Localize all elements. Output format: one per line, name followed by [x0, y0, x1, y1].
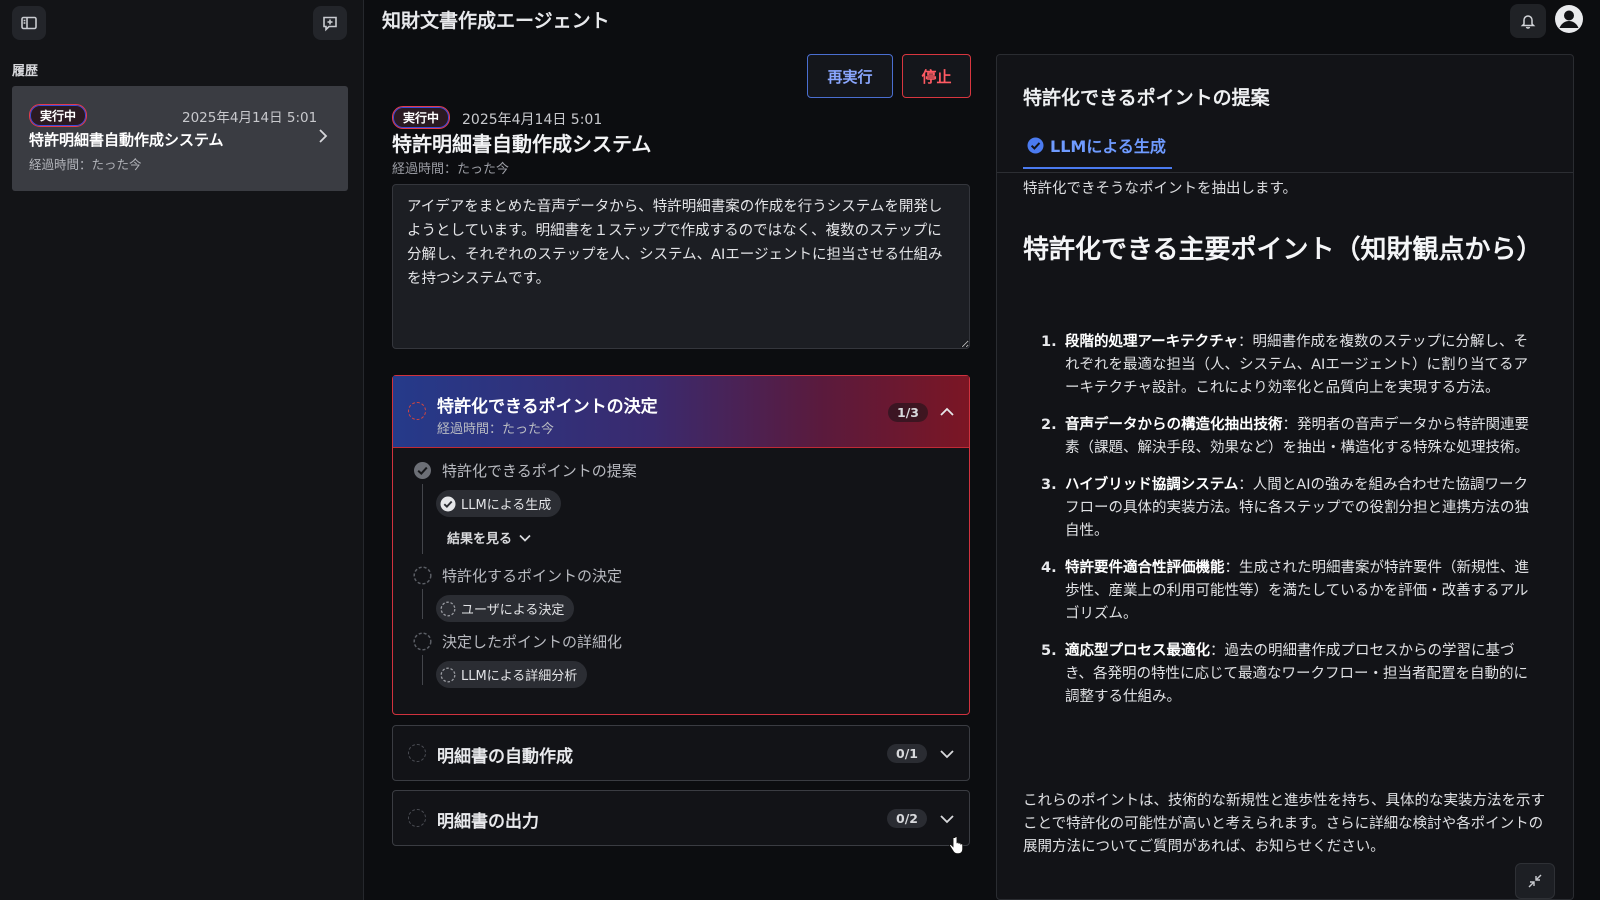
- step-title: 明細書の自動作成: [437, 747, 573, 767]
- tab-llm-generation[interactable]: LLMによる生成: [1023, 133, 1172, 169]
- substep-decide[interactable]: 特許化するポイントの決定: [413, 565, 622, 586]
- step-progress-count: 0/1: [887, 744, 927, 763]
- pending-icon: [408, 744, 426, 762]
- step-title: 特許化できるポイントの決定: [437, 397, 658, 417]
- substep-label: 決定したポイントの詳細化: [442, 633, 623, 651]
- substep-connector: [422, 655, 423, 685]
- check-circle-icon: [1027, 137, 1044, 153]
- collapse-panel-button[interactable]: [1515, 863, 1555, 899]
- history-date: 2025年4月14日 5:01: [182, 110, 318, 126]
- list-item: 1. 段階的処理アーキテクチャ：明細書作成を複数のステップに分解し、それぞれを最適…: [1041, 334, 1528, 396]
- step-group-output[interactable]: 明細書の出力 0/2: [392, 790, 970, 846]
- dashed-circle-icon: [413, 632, 432, 651]
- idea-description-field[interactable]: アイデアをまとめた音声データから、特許明細書案の作成を行うシステムを開発しようと…: [392, 184, 970, 349]
- result-title: 特許化できるポイントの提案: [1023, 87, 1270, 109]
- stop-button[interactable]: 停止: [902, 54, 971, 98]
- step-elapsed: 経過時間：たった今: [437, 422, 555, 437]
- step-progress-count: 0/2: [887, 809, 927, 828]
- agent-chip: ユーザによる決定: [436, 595, 575, 622]
- check-circle-icon: [414, 462, 431, 479]
- check-circle-icon: [440, 496, 456, 511]
- status-badge: 実行中: [392, 106, 451, 129]
- task-elapsed: 経過時間：たった今: [392, 162, 510, 177]
- hand-cursor-icon: [949, 836, 964, 855]
- pending-icon: [408, 809, 426, 827]
- notifications-button[interactable]: [1510, 4, 1546, 38]
- app-root: 履歴 実行中 2025年4月14日 5:01 特許明細書自動作成システム 経過時…: [0, 0, 1600, 900]
- chevron-down-icon[interactable]: [940, 814, 954, 824]
- dashed-circle-icon: [413, 566, 432, 585]
- list-item: 3. ハイブリッド協調システム：人間とAIの強みを組み合わせた協調ワークフローの具…: [1041, 477, 1529, 539]
- step-header[interactable]: 特許化できるポイントの決定 経過時間：たった今 1/3: [393, 376, 969, 448]
- app-title: 知財文書作成エージェント: [382, 10, 610, 32]
- see-results-label: 結果を見る: [447, 532, 513, 547]
- substep-connector: [422, 589, 423, 619]
- status-badge: 実行中: [29, 104, 88, 127]
- step-group-point-decision: 特許化できるポイントの決定 経過時間：たった今 1/3 特許化できるポイントの提…: [392, 375, 970, 715]
- history-label: 履歴: [12, 64, 39, 79]
- agent-chip-label: LLMによる詳細分析: [461, 669, 578, 684]
- chevron-up-icon[interactable]: [940, 407, 954, 417]
- substep-detail[interactable]: 決定したポイントの詳細化: [413, 631, 622, 652]
- rerun-button[interactable]: 再実行: [807, 54, 893, 98]
- chevron-right-icon: [319, 129, 328, 143]
- list-item: 5. 適応型プロセス最適化：過去の明細書作成プロセスからの学習に基づき、各発明の特…: [1041, 643, 1528, 705]
- list-item: 2. 音声データからの構造化抽出技術：発明者の音声データから特許関連要素（課題、解…: [1041, 417, 1529, 456]
- step-progress-count: 1/3: [888, 403, 928, 422]
- bell-icon: [1520, 15, 1536, 29]
- step-group-auto-create[interactable]: 明細書の自動作成 0/1: [392, 725, 970, 781]
- list-item: 4. 特許要件適合性評価機能：生成された明細書案が特許要件（新規性、進歩性、産業上…: [1041, 560, 1529, 622]
- task-date: 2025年4月14日 5:01: [462, 112, 603, 128]
- substep-propose[interactable]: 特許化できるポイントの提案: [413, 460, 637, 481]
- step-title: 明細書の出力: [437, 812, 539, 832]
- minimize-icon: [1528, 874, 1542, 888]
- agent-chip-label: ユーザによる決定: [461, 603, 565, 618]
- sidebar: 履歴 実行中 2025年4月14日 5:01 特許明細書自動作成システム 経過時…: [0, 0, 364, 900]
- sidebar-toggle-icon: [21, 16, 37, 30]
- substep-connector: [422, 484, 423, 554]
- history-elapsed: 経過時間：たった今: [29, 157, 142, 172]
- chevron-down-icon: [519, 534, 531, 542]
- substep-label: 特許化できるポイントの提案: [442, 462, 637, 480]
- agent-chip: LLMによる生成: [436, 490, 562, 517]
- tab-label: LLMによる生成: [1050, 137, 1166, 156]
- substep-label: 特許化するポイントの決定: [442, 567, 623, 585]
- divider: [997, 172, 1573, 173]
- new-chat-icon: [323, 16, 337, 32]
- result-panel: 特許化できるポイントの提案 LLMによる生成 特許化できそうなポイントを抽出しま…: [996, 54, 1574, 900]
- dashed-circle-icon: [440, 667, 456, 682]
- user-icon[interactable]: [1554, 4, 1584, 34]
- new-chat-button[interactable]: [313, 6, 347, 40]
- agent-chip: LLMによる詳細分析: [436, 661, 588, 688]
- history-item[interactable]: 実行中 2025年4月14日 5:01 特許明細書自動作成システム 経過時間：た…: [12, 86, 348, 191]
- patent-points-list: 1. 段階的処理アーキテクチャ：明細書作成を複数のステップに分解し、それぞれを最適…: [1041, 331, 1541, 723]
- result-intro: 特許化できそうなポイントを抽出します。: [1023, 181, 1298, 197]
- result-heading: 特許化できる主要ポイント（知財観点から）: [1023, 235, 1543, 265]
- chevron-down-icon[interactable]: [940, 749, 954, 759]
- agent-chip-label: LLMによる生成: [461, 498, 552, 513]
- task-title: 特許明細書自動作成システム: [392, 132, 652, 156]
- history-title: 特許明細書自動作成システム: [29, 131, 224, 149]
- sidebar-toggle-button[interactable]: [12, 6, 46, 40]
- see-results-toggle[interactable]: 結果を見る: [447, 528, 531, 547]
- in-progress-icon: [408, 402, 426, 420]
- result-conclusion: これらのポイントは、技術的な新規性と進歩性を持ち、具体的な実装方法を示すことで特…: [1023, 793, 1545, 855]
- dashed-circle-icon: [440, 601, 456, 616]
